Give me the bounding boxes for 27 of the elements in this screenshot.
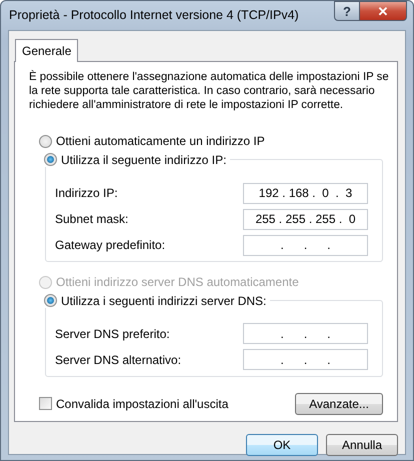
ip-address-field[interactable]: . . . — [243, 349, 368, 370]
tab[interactable]: Generale — [15, 39, 78, 62]
radio-label: Utilizza i seguenti indirizzi server DNS: — [61, 294, 266, 308]
field-label: Subnet mask: — [55, 212, 128, 226]
ip-address-field[interactable]: 192 . 168 . 0 . 3 — [243, 182, 368, 204]
window-title: Proprietà - Protocollo Internet versione 4 (TCP/IPv4) — [9, 8, 299, 23]
radio-button[interactable] — [44, 294, 57, 308]
advanced-button[interactable]: Avanzate... — [295, 392, 383, 415]
ip-address-field[interactable]: 255 . 255 . 255 . 0 — [243, 208, 368, 230]
ip-address-field[interactable]: . . . — [243, 234, 368, 256]
field-label: Server DNS alternativo: — [55, 352, 182, 368]
radio-label: Ottieni automaticamente un indirizzo IP — [56, 134, 265, 149]
checkbox-label: Convalida impostazioni all'uscita — [56, 396, 228, 412]
ip-address-field[interactable]: . . . — [243, 323, 368, 344]
radio-label: Utilizza il seguente indirizzo IP: — [61, 152, 226, 168]
intro-text: È possibile ottenere l'assegnazione automatica delle impostazioni IP se la rete supporta tale caratteristica. In caso contrario, sarà necessario richiedere all'amministratore di rete le impostazioni IP corrette. — [29, 70, 390, 112]
radio-button[interactable] — [44, 153, 57, 166]
cancel-button[interactable]: Annulla — [326, 434, 398, 456]
checkbox[interactable] — [39, 397, 52, 410]
field-label: Gateway predefinito: — [55, 238, 166, 252]
ok-button[interactable]: OK — [246, 434, 318, 456]
radio-button[interactable] — [39, 135, 52, 148]
disabled-radio-label: Ottieni indirizzo server DNS automaticamente — [56, 275, 299, 290]
field-label: Indirizzo IP: — [55, 186, 118, 200]
help-button[interactable]: ? — [334, 1, 360, 21]
close-button[interactable]: ✕ — [360, 1, 407, 21]
field-label: Server DNS preferito: — [55, 326, 170, 342]
